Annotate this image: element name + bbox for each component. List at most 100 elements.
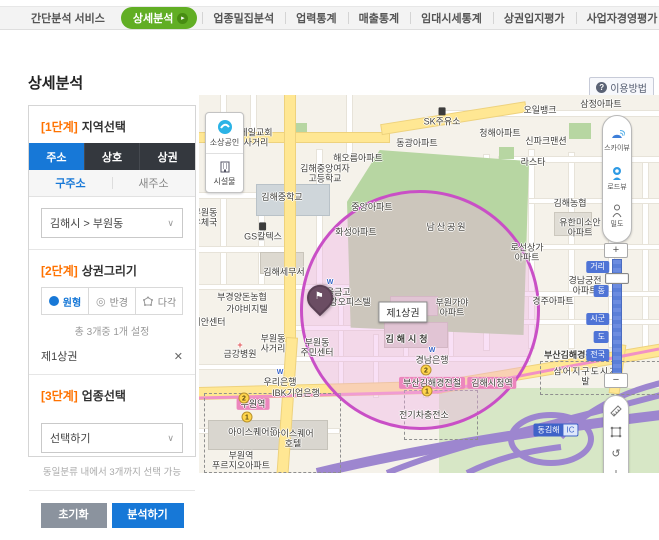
shape-circle-button[interactable]: 원형 bbox=[42, 288, 88, 314]
shape-radius-button[interactable]: ◎ 반경 bbox=[88, 288, 135, 314]
chevron-down-icon: ∨ bbox=[167, 433, 174, 444]
download-icon bbox=[609, 469, 623, 473]
map-label: 전기차충전소 bbox=[399, 410, 449, 420]
nav-item-sales-stats[interactable]: 매출통계 bbox=[348, 10, 410, 26]
circle-shape-icon bbox=[49, 296, 59, 306]
measure-distance-button[interactable] bbox=[608, 404, 624, 418]
subtab-new-address[interactable]: 새주소 bbox=[112, 170, 195, 196]
map-label: IBK기업은행 bbox=[272, 388, 320, 398]
roadview-button[interactable]: 로드뷰 bbox=[607, 166, 626, 192]
tab-store-name[interactable]: 상호 bbox=[84, 143, 140, 170]
tab-trade-area[interactable]: 상권 bbox=[139, 143, 195, 170]
map-label: +금강병원 bbox=[223, 341, 256, 359]
zoom-level-neighborhood[interactable]: 동 bbox=[594, 285, 609, 297]
map-label: 신파크맨션 bbox=[525, 136, 566, 146]
undo-icon: ↺ bbox=[611, 447, 620, 460]
satellite-dish-icon bbox=[609, 129, 625, 142]
zoom-level-street[interactable]: 거리 bbox=[586, 261, 609, 273]
nav-item-business-age-stats[interactable]: 업력통계 bbox=[285, 10, 347, 26]
map-label: 가야비지텔 bbox=[226, 304, 267, 314]
shape-label: 다각 bbox=[158, 294, 176, 309]
zoom-level-nationwide[interactable]: 전국 bbox=[586, 349, 609, 361]
radius-shape-icon: ◎ bbox=[96, 295, 106, 308]
zoom-level-city[interactable]: 시군 bbox=[586, 313, 609, 325]
nav-item-label: 상세분석 bbox=[133, 10, 173, 26]
industry-select-hint: 동일분류 내에서 3개까지 선택 가능 bbox=[29, 464, 195, 478]
map-label: 라스타 bbox=[521, 157, 546, 167]
region-select[interactable]: 김해시 > 부원동 ∨ bbox=[41, 208, 183, 238]
gas-station-icon bbox=[438, 107, 445, 115]
map-label: 김해농협 bbox=[553, 198, 586, 208]
nav-item-business-mgmt-eval[interactable]: 사업자경영평가 bbox=[576, 10, 659, 26]
small-business-layer-button[interactable]: 소상공인 bbox=[206, 113, 243, 153]
panel-footer: 초기화 분석하기 bbox=[29, 490, 195, 540]
map-label: 로선상가 아파트 bbox=[510, 243, 543, 264]
map-label: 김해중앙여자 고등학교 bbox=[300, 164, 350, 185]
interchange-suffix: IC bbox=[564, 424, 579, 437]
map-label: 부산김해경전철 bbox=[399, 377, 465, 389]
bank-icon: W bbox=[429, 347, 436, 355]
map-canvas[interactable]: 제일교회 사거리동광아파트해오름아파트김해중앙여자 고등학교SK주유소청해아파트… bbox=[199, 95, 659, 473]
flag-icon: ⚑ bbox=[308, 287, 330, 307]
view-button-label: 밀도 bbox=[611, 219, 624, 229]
map-label: 부원동 사거리 bbox=[261, 334, 286, 355]
trade-area-name: 제1상권 bbox=[41, 348, 77, 364]
facilities-layer-button[interactable]: 시설물 bbox=[206, 153, 243, 192]
industry-select-value: 선택하기 bbox=[50, 430, 90, 446]
industry-select[interactable]: 선택하기 ∨ bbox=[41, 423, 183, 453]
roadview-person-icon bbox=[610, 166, 624, 181]
step2-badge: [2단계] bbox=[41, 264, 78, 278]
top-nav: 간단분석 서비스 상세분석 ▸ 업종밀집분석 업력통계 매출통계 임대시세통계 … bbox=[0, 6, 659, 30]
region-select-value: 김해시 > 부원동 bbox=[50, 215, 123, 231]
station-exit-number: 1 bbox=[422, 386, 433, 397]
shape-polygon-button[interactable]: 다각 bbox=[135, 288, 182, 314]
help-button-label: 이용방법 bbox=[610, 80, 647, 95]
region-tabs: 주소 상호 상권 bbox=[29, 143, 195, 170]
nav-item-simple-analysis[interactable]: 간단분석 서비스 bbox=[20, 10, 116, 26]
measure-area-button[interactable] bbox=[608, 425, 624, 439]
density-button[interactable]: 밀도 bbox=[611, 204, 624, 229]
zoom-out-button[interactable]: − bbox=[604, 373, 628, 388]
person-outline-icon bbox=[611, 204, 623, 218]
building-icon bbox=[218, 160, 232, 174]
shape-label: 반경 bbox=[110, 294, 128, 309]
address-subtabs: 구주소 새주소 bbox=[29, 170, 195, 197]
map-label: 강오피스텔 bbox=[329, 297, 370, 307]
help-button[interactable]: ? 이용방법 bbox=[589, 77, 654, 97]
bank-icon: W bbox=[327, 279, 334, 287]
analysis-panel: [1단계]지역선택 주소 상호 상권 구주소 새주소 김해시 > 부원동 ∨ [… bbox=[28, 105, 196, 457]
nav-item-industry-density[interactable]: 업종밀집분석 bbox=[202, 10, 285, 26]
hospital-icon: + bbox=[237, 341, 242, 349]
tab-address[interactable]: 주소 bbox=[29, 143, 84, 170]
station-exit-number: 1 bbox=[242, 412, 253, 423]
reset-button[interactable]: 초기화 bbox=[41, 503, 107, 528]
nav-item-detail-analysis[interactable]: 상세분석 ▸ bbox=[121, 7, 197, 29]
step1-badge: [1단계] bbox=[41, 120, 78, 134]
view-button-label: 로드뷰 bbox=[607, 182, 626, 192]
map-label: W우리은행 bbox=[263, 369, 296, 387]
view-button-label: 스카이뷰 bbox=[604, 143, 630, 153]
download-button[interactable] bbox=[608, 468, 624, 473]
step2-heading: [2단계]상권그리기 bbox=[29, 250, 195, 287]
map-label: 남산공원 bbox=[426, 222, 467, 232]
subtab-old-address[interactable]: 구주소 bbox=[29, 170, 112, 196]
analyze-button[interactable]: 분석하기 bbox=[112, 503, 184, 528]
nav-item-location-eval[interactable]: 상권입지평가 bbox=[493, 10, 576, 26]
shape-buttons: 원형 ◎ 반경 다각 bbox=[41, 287, 183, 315]
map-label: 부경양돈농협 bbox=[217, 292, 267, 302]
station-exit-number: 2 bbox=[239, 393, 250, 404]
small-business-logo-icon bbox=[217, 119, 233, 135]
interchange-badge: 동김해 IC bbox=[533, 424, 578, 437]
shape-label: 원형 bbox=[63, 294, 81, 309]
map-label: 김해시청 bbox=[385, 334, 430, 344]
undo-button[interactable]: ↺ bbox=[608, 447, 624, 461]
nav-item-rent-stats[interactable]: 임대시세통계 bbox=[410, 10, 493, 26]
skyview-button[interactable]: 스카이뷰 bbox=[604, 129, 630, 153]
zoom-in-button[interactable]: + bbox=[604, 243, 628, 258]
zoom-slider-handle[interactable] bbox=[605, 273, 629, 284]
map-label: 삼정아파트 bbox=[580, 99, 621, 109]
zoom-level-province[interactable]: 도 bbox=[594, 331, 609, 343]
layer-button-label: 시설물 bbox=[213, 176, 235, 187]
map-label: 김해시청역 bbox=[467, 377, 516, 389]
remove-area-icon[interactable]: ✕ bbox=[174, 350, 183, 363]
